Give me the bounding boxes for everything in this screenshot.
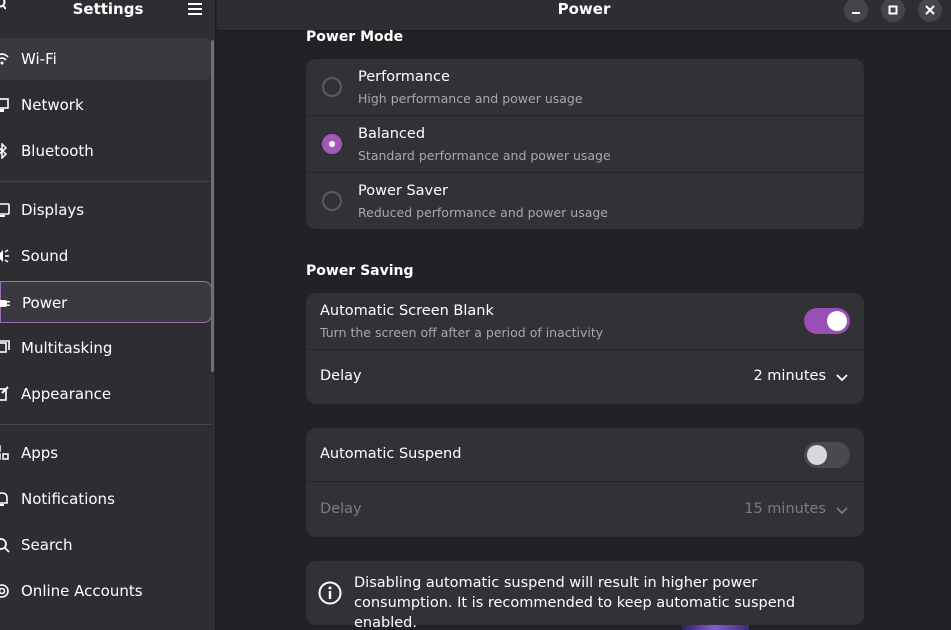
sidebar-item-wifi[interactable]: Wi-Fi bbox=[0, 38, 212, 80]
delay-label: Delay bbox=[320, 501, 362, 517]
power-mode-option-power-saver[interactable]: Power Saver Reduced performance and powe… bbox=[306, 173, 864, 229]
sidebar-item-label: Notifications bbox=[21, 490, 115, 508]
delay-value[interactable]: 2 minutes bbox=[753, 368, 826, 384]
dock-thumbnail bbox=[681, 625, 749, 630]
sidebar-separator bbox=[0, 181, 212, 182]
page-title: Power bbox=[557, 0, 611, 18]
screen-blank-switch[interactable] bbox=[804, 308, 850, 334]
sidebar-item-label: Sound bbox=[21, 247, 69, 265]
sidebar-scrollbar[interactable] bbox=[211, 40, 214, 372]
switch-knob bbox=[807, 445, 827, 465]
option-title: Performance bbox=[358, 69, 450, 85]
info-icon bbox=[318, 581, 342, 605]
suspend-switch[interactable] bbox=[804, 442, 850, 468]
sidebar-item-label: Online Accounts bbox=[21, 582, 143, 600]
option-subtitle: High performance and power usage bbox=[358, 91, 583, 106]
power-mode-heading: Power Mode bbox=[306, 29, 404, 45]
sidebar-item-power[interactable]: Power bbox=[0, 281, 212, 323]
online-accounts-icon bbox=[0, 584, 9, 598]
sidebar-item-online-accounts[interactable]: Online Accounts bbox=[0, 570, 212, 612]
screen-blank-title: Automatic Screen Blank bbox=[320, 303, 494, 319]
radio-button-checked[interactable] bbox=[322, 134, 342, 154]
appearance-icon bbox=[0, 386, 9, 401]
sidebar-item-label: Power bbox=[22, 294, 68, 312]
sidebar-item-label: Wi-Fi bbox=[21, 50, 57, 68]
maximize-icon bbox=[888, 5, 898, 15]
sidebar-item-label: Network bbox=[21, 96, 84, 114]
sidebar-header: Settings bbox=[0, 0, 216, 36]
radio-button[interactable] bbox=[322, 77, 342, 97]
suspend-group: Automatic Suspend Delay 15 minutes bbox=[306, 428, 864, 537]
network-icon bbox=[0, 98, 9, 112]
hamburger-icon bbox=[188, 3, 202, 15]
sidebar: Settings Wi-Fi Network Bluetooth Display… bbox=[0, 0, 216, 630]
sidebar-item-notifications[interactable]: Notifications bbox=[0, 478, 212, 520]
sidebar-item-apps[interactable]: Apps bbox=[0, 432, 212, 474]
radio-button[interactable] bbox=[322, 191, 342, 211]
power-saving-heading: Power Saving bbox=[306, 263, 414, 279]
settings-window: Settings Wi-Fi Network Bluetooth Display… bbox=[0, 0, 951, 630]
close-icon bbox=[925, 5, 935, 15]
chevron-down-icon bbox=[836, 507, 848, 515]
sidebar-separator bbox=[0, 424, 212, 425]
screen-blank-subtitle: Turn the screen off after a period of in… bbox=[320, 325, 604, 340]
option-title: Power Saver bbox=[358, 183, 449, 199]
sound-icon bbox=[0, 249, 9, 263]
screen-blank-row[interactable]: Automatic Screen Blank Turn the screen o… bbox=[306, 293, 864, 350]
option-title: Balanced bbox=[358, 126, 426, 142]
power-icon bbox=[0, 300, 10, 307]
main-content: Power Power Mode Performance High perfor… bbox=[217, 0, 951, 630]
info-banner: Disabling automatic suspend will result … bbox=[306, 561, 864, 630]
sidebar-item-label: Multitasking bbox=[21, 339, 113, 357]
sidebar-item-multitasking[interactable]: Multitasking bbox=[0, 327, 212, 369]
minimize-icon bbox=[852, 12, 860, 14]
close-button[interactable] bbox=[918, 0, 942, 22]
suspend-delay-row: Delay 15 minutes bbox=[306, 482, 864, 537]
main-menu-button[interactable] bbox=[184, 0, 206, 18]
suspend-title: Automatic Suspend bbox=[320, 446, 462, 462]
power-mode-option-balanced[interactable]: Balanced Standard performance and power … bbox=[306, 116, 864, 173]
sidebar-item-label: Displays bbox=[21, 201, 85, 219]
sidebar-item-appearance[interactable]: Appearance bbox=[0, 373, 212, 415]
delay-label: Delay bbox=[320, 368, 362, 384]
screen-blank-group: Automatic Screen Blank Turn the screen o… bbox=[306, 293, 864, 404]
chevron-down-icon bbox=[836, 374, 848, 382]
apps-icon bbox=[0, 445, 9, 460]
power-mode-group: Performance High performance and power u… bbox=[306, 59, 864, 229]
display-icon bbox=[0, 203, 10, 217]
option-subtitle: Standard performance and power usage bbox=[358, 148, 611, 163]
bluetooth-icon bbox=[0, 143, 8, 159]
wifi-icon bbox=[0, 53, 9, 65]
screen-blank-delay-row[interactable]: Delay 2 minutes bbox=[306, 350, 864, 404]
sidebar-item-bluetooth[interactable]: Bluetooth bbox=[0, 130, 212, 172]
sidebar-item-network[interactable]: Network bbox=[0, 84, 212, 126]
switch-knob bbox=[827, 311, 847, 331]
sidebar-item-displays[interactable]: Displays bbox=[0, 189, 212, 231]
sidebar-item-label: Appearance bbox=[21, 385, 112, 403]
sidebar-item-label: Bluetooth bbox=[21, 142, 94, 160]
notifications-icon bbox=[0, 492, 8, 506]
info-text: Disabling automatic suspend will result … bbox=[354, 575, 796, 630]
multitasking-icon bbox=[0, 340, 10, 353]
sidebar-item-search[interactable]: Search bbox=[0, 524, 212, 566]
sidebar-item-sound[interactable]: Sound bbox=[0, 235, 212, 277]
delay-value: 15 minutes bbox=[744, 501, 826, 517]
minimize-button[interactable] bbox=[844, 0, 868, 22]
option-subtitle: Reduced performance and power usage bbox=[358, 205, 608, 220]
search-icon bbox=[0, 538, 10, 553]
sidebar-item-label: Apps bbox=[21, 444, 59, 462]
sidebar-item-label: Search bbox=[21, 536, 73, 554]
power-mode-option-performance[interactable]: Performance High performance and power u… bbox=[306, 59, 864, 116]
headerbar: Power bbox=[217, 0, 951, 31]
suspend-row[interactable]: Automatic Suspend bbox=[306, 428, 864, 482]
maximize-button[interactable] bbox=[881, 0, 905, 22]
